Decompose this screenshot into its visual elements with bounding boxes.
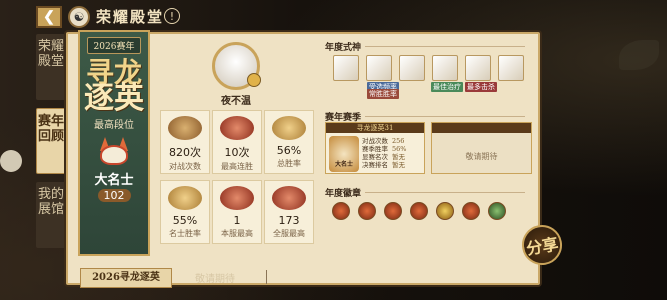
stat-value: 1	[233, 214, 241, 227]
tab-year-review[interactable]: 赛年回顾	[36, 108, 66, 174]
banner-year: 2026赛年	[86, 37, 142, 54]
medal-icon[interactable]	[488, 202, 506, 220]
stat-card: 56% 总胜率	[264, 110, 314, 174]
season-stat-value: 暂无	[392, 153, 405, 161]
season-banner: 2026赛年 寻龙 逐英 最高段位 大名士 102	[78, 30, 150, 256]
player-name: 夜不温	[221, 96, 251, 107]
medal-icon[interactable]	[410, 202, 428, 220]
medal-icon[interactable]	[462, 202, 480, 220]
side-tabs: 荣耀殿堂 赛年回顾 我的展馆	[36, 32, 66, 285]
tab-2026-season[interactable]: 2026寻龙逐英	[80, 268, 172, 288]
rank-label: 最高段位	[94, 120, 134, 131]
stat-card: 55% 名士胜率	[160, 180, 210, 244]
back-arrow-icon: ❮	[43, 9, 55, 25]
winrate-icon	[272, 116, 306, 140]
stat-card: 173 全服最高	[264, 180, 314, 244]
stat-value: 10次	[224, 146, 250, 159]
banner-title: 寻龙 逐英	[84, 59, 144, 116]
bottom-divider	[266, 270, 267, 284]
rank-name: 大名士	[94, 173, 134, 188]
season-stat-value: 暂无	[392, 161, 405, 169]
season-stat-key: 对战次数	[362, 137, 388, 145]
elite-winrate-icon	[168, 186, 202, 210]
season-stat-key: 赛季胜率	[362, 145, 388, 153]
server-rank-icon	[220, 186, 254, 210]
season-pending-card: 敬请期待	[431, 122, 532, 174]
tab-pending[interactable]: 敬请期待	[195, 270, 235, 285]
stat-value: 173	[278, 214, 300, 227]
battle-icon	[168, 116, 202, 140]
shikigami-portrait[interactable]	[498, 55, 524, 81]
medal-icon[interactable]	[332, 202, 350, 220]
season-stat-value: 56%	[392, 145, 407, 153]
season-stat-key: 显赛名次	[362, 153, 388, 161]
avatar[interactable]	[212, 42, 261, 90]
stat-value: 820次	[169, 146, 201, 159]
avatar-badge-icon	[247, 73, 261, 87]
streak-icon	[220, 116, 254, 140]
season-stats: 对战次数 256 赛季胜率 56% 显赛名次 暂无 决赛排名 暂无	[362, 137, 406, 169]
dragon-decoration-icon	[0, 150, 22, 172]
back-button[interactable]: ❮	[36, 6, 62, 28]
shikigami-portrait[interactable]	[399, 55, 425, 81]
season-card-title: 寻龙逐英31	[326, 123, 424, 133]
shikigami-portrait[interactable]	[366, 55, 392, 81]
fox-mask-icon	[96, 137, 132, 167]
stat-card: 10次最高连胜	[212, 110, 262, 174]
stat-label: 本服最高	[221, 229, 253, 238]
medals-title: 年度徽章	[325, 186, 526, 199]
medal-icon[interactable]	[358, 202, 376, 220]
yearly-shikigami-title: 年度式神	[325, 40, 526, 53]
top-bar: ❮ ☯ 荣耀殿堂 !	[0, 0, 667, 30]
banner-title-line2: 逐英	[84, 81, 144, 116]
medal-icon[interactable]	[436, 202, 454, 220]
stat-card: 820次对战次数	[160, 110, 210, 174]
pending-text: 敬请期待	[465, 152, 498, 161]
page-title: 荣耀殿堂	[96, 8, 165, 26]
global-rank-icon	[272, 186, 306, 210]
fox-rank-emblem-icon: 大名士	[329, 136, 359, 172]
shikigami-portrait[interactable]	[432, 55, 458, 81]
stat-label: 全服最高	[273, 229, 305, 238]
stat-label: 名士胜率	[169, 229, 201, 238]
shikigami-tag: 常胜胜率	[367, 89, 399, 99]
rank-number: 102	[97, 189, 131, 202]
onmyoji-logo-icon: ☯	[68, 6, 90, 28]
exclamation-icon[interactable]: !	[164, 8, 180, 24]
tab-my-gallery[interactable]: 我的展馆	[36, 182, 66, 248]
stat-value: 55%	[172, 214, 198, 227]
tab-glory-hall[interactable]: 荣耀殿堂	[36, 34, 66, 100]
season-rank-name: 大名士	[334, 161, 353, 168]
stat-label: 总胜率	[277, 159, 301, 168]
stat-value: 56%	[276, 144, 302, 157]
stat-label: 最高连胜	[221, 162, 253, 171]
stat-label: 对战次数	[169, 162, 201, 171]
season-stat-key: 决赛排名	[362, 161, 388, 169]
medal-icon[interactable]	[384, 202, 402, 220]
shikigami-tag: 最多击杀	[465, 82, 497, 92]
season-stat-value: 256	[392, 137, 405, 145]
season-card[interactable]: 寻龙逐英31 大名士 对战次数 256 赛季胜率 56% 显赛名次 暂无 决赛排名 暂无	[325, 122, 425, 174]
shikigami-portrait[interactable]	[333, 55, 359, 81]
stat-card: 1 本服最高	[212, 180, 262, 244]
shikigami-tag: 最佳治疗	[431, 82, 463, 92]
shikigami-portrait[interactable]	[465, 55, 491, 81]
